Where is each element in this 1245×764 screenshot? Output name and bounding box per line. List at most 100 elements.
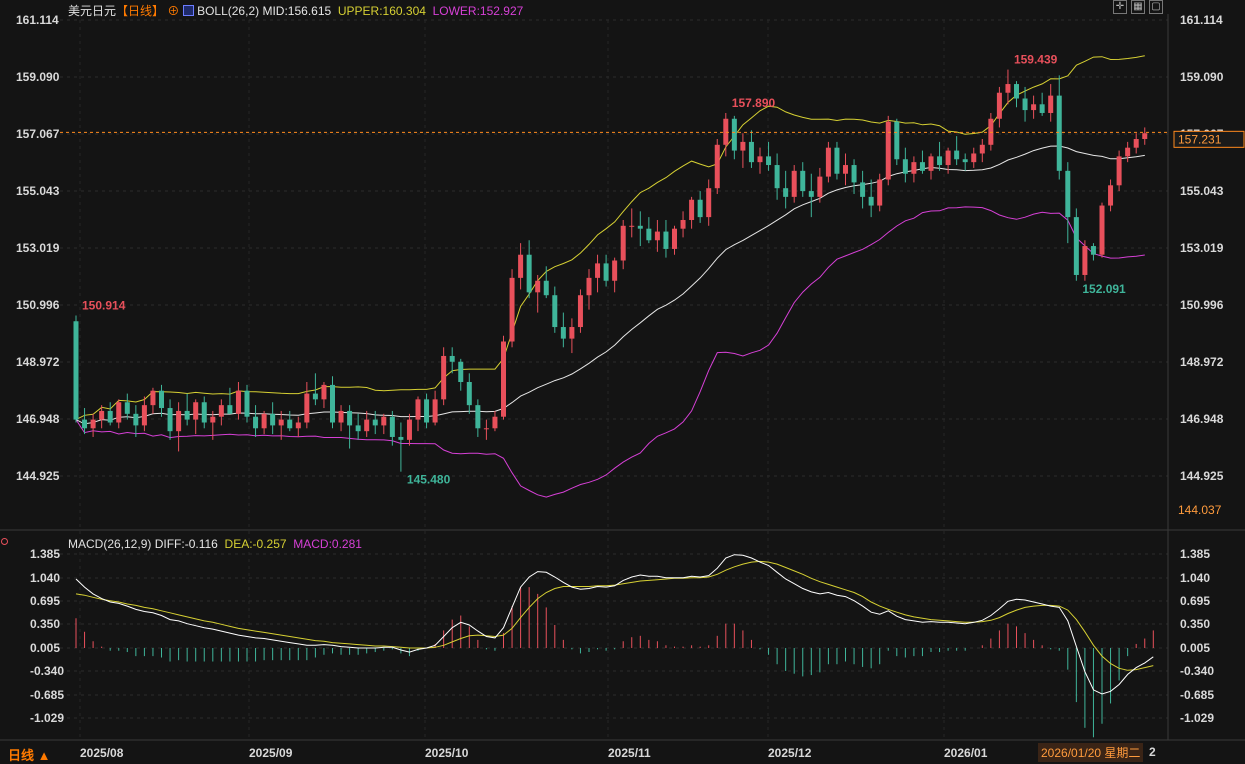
candle-body — [338, 410, 344, 423]
candle-body — [808, 191, 814, 197]
macd-tick-left: -0.340 — [30, 664, 64, 678]
candle-body — [501, 341, 506, 417]
chart-canvas[interactable]: 161.114161.114159.090159.090157.067157.0… — [0, 0, 1245, 764]
candle-body — [398, 436, 404, 440]
price-tick-left: 155.043 — [16, 184, 60, 198]
macd-tick-left: 0.695 — [30, 594, 60, 608]
candle-body — [509, 277, 515, 342]
candle-body — [663, 231, 669, 249]
candle-body — [800, 170, 806, 192]
macd-tick-right: 1.040 — [1180, 571, 1210, 585]
candle-body — [560, 327, 566, 339]
price-tick-left: 148.972 — [16, 355, 60, 369]
candle-body — [834, 147, 840, 174]
candle-body — [902, 159, 908, 174]
candle-body — [971, 153, 977, 163]
candle-body — [364, 419, 370, 432]
candle-body — [227, 405, 233, 414]
macd-label: MACD(26,12,9) — [68, 537, 152, 551]
candle-body — [518, 254, 524, 278]
candle-body — [372, 419, 378, 426]
candle-body — [996, 92, 1002, 119]
candle-body — [1031, 104, 1037, 111]
candle-body — [577, 295, 583, 328]
time-tick-label: 2025/12 — [768, 746, 812, 760]
candle-body — [261, 413, 267, 429]
macd-tick-right: -0.340 — [1180, 664, 1214, 678]
candle-body — [526, 254, 532, 293]
candle-body — [133, 413, 139, 426]
candle-body — [73, 321, 79, 420]
candle-body — [406, 419, 412, 440]
candle-body — [218, 405, 224, 417]
price-tick-left: 144.925 — [16, 469, 60, 483]
candle-body — [1022, 98, 1028, 111]
time-tick-label: 2025/11 — [608, 746, 651, 760]
candle-body — [552, 295, 558, 328]
price-tick-left: 161.114 — [16, 13, 59, 27]
candle-body — [304, 393, 310, 423]
candle-body — [312, 393, 318, 400]
candle-body — [1014, 84, 1019, 99]
candle-body — [954, 150, 960, 160]
candle-body — [193, 402, 199, 420]
candle-body — [851, 165, 857, 183]
macd-tick-left: 1.040 — [30, 571, 60, 585]
macd-settings-icon[interactable] — [1, 538, 8, 545]
boll-mid-line — [75, 145, 1145, 425]
candle-body — [894, 121, 900, 160]
candle-body — [287, 419, 293, 429]
candle-body — [1048, 95, 1054, 113]
candle-body — [475, 405, 481, 429]
candle-body — [141, 405, 147, 426]
candle-body — [868, 196, 874, 206]
candle-body — [654, 231, 660, 241]
candle-body — [1090, 246, 1096, 255]
candle-body — [458, 361, 464, 383]
candle-body — [415, 399, 421, 420]
candle-body — [595, 263, 601, 278]
candle-body — [1065, 170, 1071, 218]
price-tick-right: 146.948 — [1180, 412, 1224, 426]
candle-body — [124, 402, 130, 414]
candle-body — [235, 390, 241, 414]
candle-body — [689, 199, 695, 221]
candle-body — [321, 384, 327, 400]
macd-tick-left: 1.385 — [30, 547, 60, 561]
candle-body — [646, 228, 652, 241]
candle-body — [295, 422, 301, 429]
candle-body — [637, 225, 643, 229]
candle-body — [1125, 147, 1131, 157]
candle-body — [919, 162, 925, 171]
candle-body — [791, 170, 797, 197]
candle-body — [885, 121, 891, 180]
pane-low-label: 144.037 — [1178, 503, 1222, 517]
candle-body — [962, 159, 968, 163]
candle-body — [483, 428, 489, 430]
price-tick-right: 155.043 — [1180, 184, 1224, 198]
price-tick-left: 150.996 — [16, 298, 60, 312]
candle-body — [748, 141, 754, 163]
macd-value: MACD:0.281 — [293, 537, 362, 551]
candle-body — [449, 355, 455, 362]
boll-upper-line — [75, 55, 1145, 421]
candle-body — [714, 144, 720, 189]
candle-body — [979, 144, 985, 154]
macd-tick-right: -0.685 — [1180, 688, 1214, 702]
candle-body — [937, 156, 943, 166]
candle-body — [389, 416, 395, 437]
candle-body — [1142, 133, 1148, 140]
price-tick-left: 159.090 — [16, 70, 60, 84]
candle-body — [116, 402, 122, 423]
candle-body — [825, 147, 831, 177]
macd-tick-left: 0.350 — [30, 617, 60, 631]
price-annotation: 157.890 — [732, 96, 776, 110]
candle-body — [1082, 246, 1088, 275]
period-selector[interactable]: 日线 ▲ — [8, 745, 50, 764]
macd-tick-left: -1.029 — [30, 711, 64, 725]
candle-body — [877, 179, 883, 206]
macd-tick-right: -1.029 — [1180, 711, 1214, 725]
price-tick-right: 144.925 — [1180, 469, 1224, 483]
candle-body — [347, 410, 353, 426]
macd-tick-right: 0.695 — [1180, 594, 1210, 608]
